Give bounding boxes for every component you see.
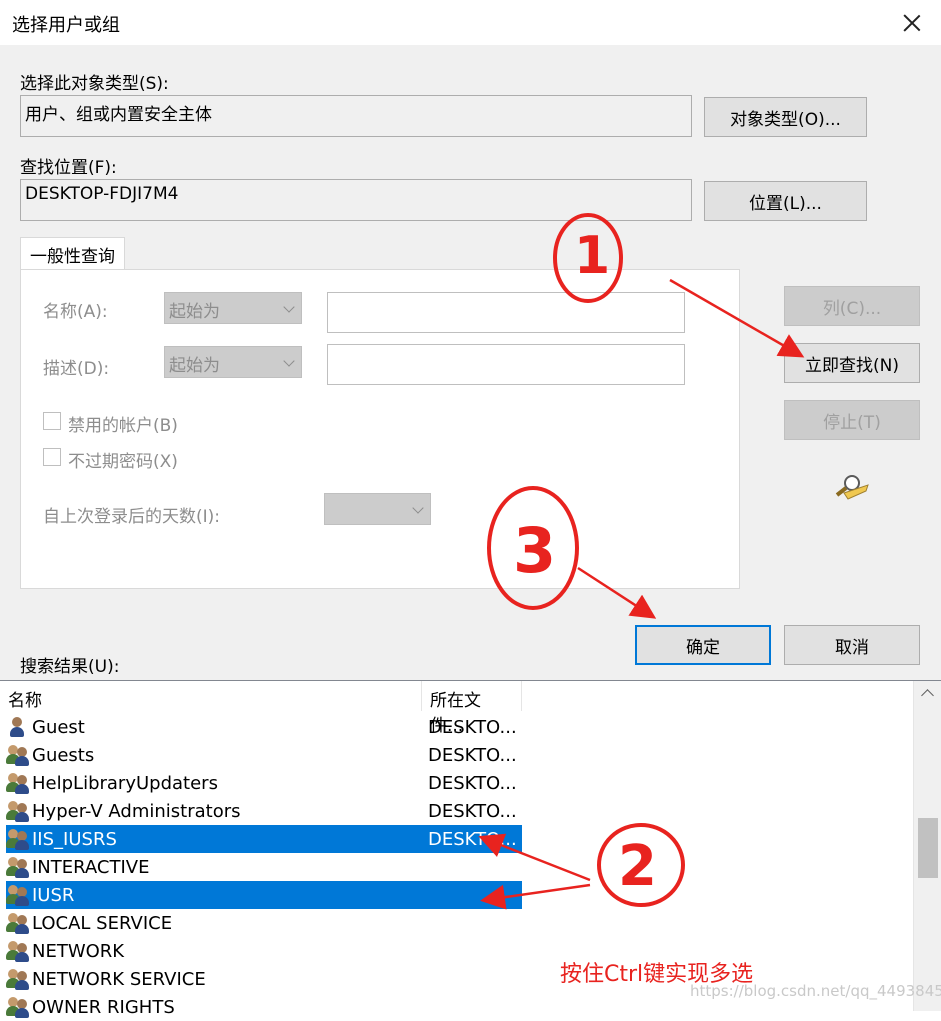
object-type-label: 选择此对象类型(S): — [20, 74, 169, 94]
name-label: 名称(A): — [43, 302, 108, 322]
row-name: IIS_IUSRS — [32, 828, 117, 850]
window-title: 选择用户或组 — [12, 15, 120, 36]
search-icon — [835, 475, 869, 500]
group-icon — [6, 855, 32, 879]
non-expiring-password-label: 不过期密码(X) — [68, 452, 178, 472]
annotation-number-1: 1 — [574, 226, 611, 286]
ok-button[interactable]: 确定 — [635, 625, 771, 665]
table-row[interactable]: Hyper-V Administrators DESKTO... — [6, 797, 522, 825]
columns-button[interactable]: 列(C)... — [784, 286, 920, 326]
table-row[interactable]: Guest DESKTO... — [6, 713, 522, 741]
object-types-button[interactable]: 对象类型(O)... — [704, 97, 867, 137]
row-name: HelpLibraryUpdaters — [32, 772, 218, 794]
table-row[interactable]: HelpLibraryUpdaters DESKTO... — [6, 769, 522, 797]
name-mode-select[interactable]: 起始为 — [164, 292, 302, 324]
group-icon — [6, 883, 32, 907]
description-mode-value: 起始为 — [169, 356, 220, 376]
row-folder: DESKTO... — [428, 716, 517, 738]
group-icon — [6, 771, 32, 795]
location-field: DESKTOP-FDJI7M4 — [20, 179, 692, 221]
disabled-accounts-label: 禁用的帐户(B) — [68, 416, 178, 436]
table-row[interactable]: INTERACTIVE — [6, 853, 522, 881]
row-name: NETWORK SERVICE — [32, 968, 206, 990]
cancel-button[interactable]: 取消 — [784, 625, 920, 665]
group-icon — [6, 743, 32, 767]
tab-common-queries[interactable]: 一般性查询 — [20, 237, 125, 270]
row-name: LOCAL SERVICE — [32, 912, 173, 934]
column-header-folder[interactable]: 所在文件... — [422, 681, 522, 736]
row-folder: DESKTO... — [428, 828, 517, 850]
table-row[interactable]: IIS_IUSRS DESKTO... — [6, 825, 522, 853]
name-input[interactable] — [327, 292, 685, 333]
scroll-up-icon[interactable] — [921, 689, 934, 702]
table-row[interactable]: NETWORK — [6, 937, 522, 965]
annotation-number-2: 2 — [618, 834, 657, 899]
row-name: INTERACTIVE — [32, 856, 150, 878]
table-row[interactable]: Guests DESKTO... — [6, 741, 522, 769]
name-mode-value: 起始为 — [169, 302, 220, 322]
stop-button[interactable]: 停止(T) — [784, 400, 920, 440]
find-now-button[interactable]: 立即查找(N) — [784, 343, 920, 383]
table-row[interactable]: IUSR — [6, 881, 522, 909]
table-row[interactable]: OWNER RIGHTS — [6, 993, 522, 1021]
days-since-logon-label: 自上次登录后的天数(I): — [43, 507, 221, 527]
row-name: Guest — [32, 716, 85, 738]
non-expiring-password-checkbox[interactable] — [43, 448, 61, 466]
column-header-name[interactable]: 名称 — [0, 681, 422, 711]
location-label: 查找位置(F): — [20, 158, 117, 178]
results-scrollbar[interactable] — [913, 681, 941, 1011]
object-type-field: 用户、组或内置安全主体 — [20, 95, 692, 137]
row-folder: DESKTO... — [428, 800, 517, 822]
description-label: 描述(D): — [43, 359, 110, 379]
row-name: NETWORK — [32, 940, 125, 962]
query-panel: 名称(A): 起始为 描述(D): 起始为 禁用的帐户(B) 不过期密码(X) … — [20, 269, 740, 589]
row-name: Hyper-V Administrators — [32, 800, 241, 822]
row-folder: DESKTO... — [428, 744, 517, 766]
table-row[interactable]: LOCAL SERVICE — [6, 909, 522, 937]
user-icon — [6, 715, 32, 739]
search-results-label: 搜索结果(U): — [20, 657, 120, 677]
chevron-down-icon — [412, 502, 424, 514]
table-row[interactable]: NETWORK SERVICE — [6, 965, 522, 993]
group-icon — [6, 939, 32, 963]
chevron-down-icon — [283, 301, 295, 313]
row-name: Guests — [32, 744, 95, 766]
row-name: OWNER RIGHTS — [32, 996, 175, 1018]
group-icon — [6, 911, 32, 935]
locations-button[interactable]: 位置(L)... — [704, 181, 867, 221]
description-input[interactable] — [327, 344, 685, 385]
description-mode-select[interactable]: 起始为 — [164, 346, 302, 378]
days-since-logon-select[interactable] — [324, 493, 431, 525]
group-icon — [6, 799, 32, 823]
row-folder: DESKTO... — [428, 772, 517, 794]
title-bar: 选择用户或组 — [0, 0, 941, 45]
row-name: IUSR — [32, 884, 75, 906]
watermark: https://blog.csdn.net/qq_44938451 — [690, 982, 941, 1000]
dialog-body: 选择此对象类型(S): 用户、组或内置安全主体 对象类型(O)... 查找位置(… — [0, 45, 941, 680]
annotation-number-3: 3 — [513, 514, 557, 587]
scroll-thumb[interactable] — [918, 818, 938, 878]
group-icon — [6, 967, 32, 991]
group-icon — [6, 995, 32, 1019]
close-icon[interactable] — [883, 0, 941, 45]
chevron-down-icon — [283, 355, 295, 367]
group-icon — [6, 827, 32, 851]
search-results-list[interactable]: 名称 所在文件... Guest DESKTO... Guests DESKTO...… — [0, 680, 941, 1018]
disabled-accounts-checkbox[interactable] — [43, 412, 61, 430]
